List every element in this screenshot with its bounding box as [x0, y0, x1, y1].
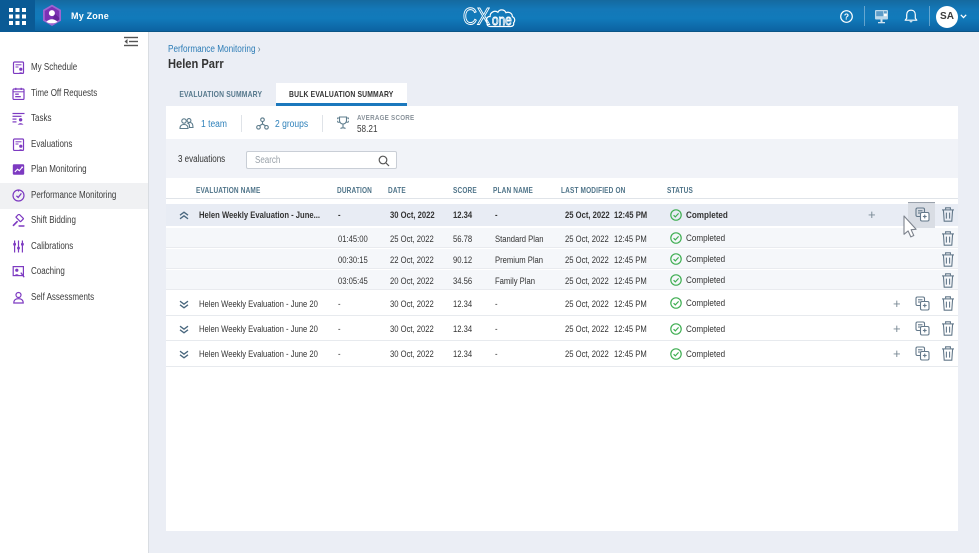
svg-text:one: one: [492, 12, 512, 28]
svg-text:?: ?: [844, 12, 849, 22]
svg-text:CX: CX: [463, 3, 491, 30]
